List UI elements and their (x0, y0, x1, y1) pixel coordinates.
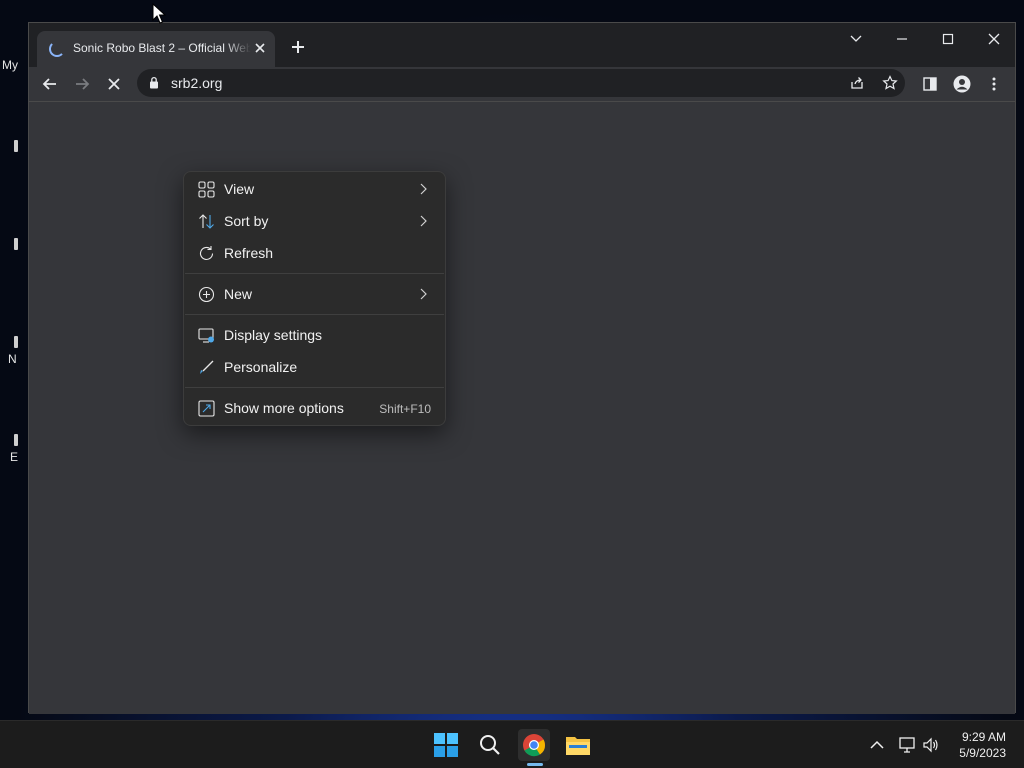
chrome-menu-button[interactable] (982, 72, 1006, 96)
clock-date: 5/9/2023 (959, 746, 1006, 760)
chevron-right-icon (420, 215, 427, 227)
mouse-cursor-icon (152, 3, 166, 24)
menu-item-label: Display settings (224, 327, 323, 343)
profile-icon (953, 75, 971, 93)
url-text[interactable]: srb2.org (171, 75, 222, 91)
menu-item-shortcut: Shift+F10 (379, 402, 431, 416)
desktop-icon[interactable] (14, 336, 18, 348)
close-tab-icon[interactable] (253, 41, 267, 55)
desktop-icon[interactable] (14, 238, 18, 250)
minimize-button[interactable] (887, 27, 917, 51)
maximize-button[interactable] (933, 27, 963, 51)
menu-item-sort-by[interactable]: Sort by (188, 206, 441, 236)
volume-icon[interactable] (922, 736, 940, 754)
windows-logo-icon (434, 733, 458, 757)
chevron-right-icon (420, 183, 427, 195)
page-content[interactable] (29, 101, 1015, 714)
menu-item-label: New (224, 286, 253, 302)
lock-icon[interactable] (149, 76, 159, 89)
folder-icon (566, 737, 590, 755)
desktop-context-menu: View Sort by Refresh New Display setting… (183, 171, 446, 426)
more-options-icon (198, 400, 215, 417)
active-app-indicator (527, 763, 543, 766)
stop-icon (108, 78, 120, 90)
chrome-icon (523, 734, 546, 757)
search-icon (480, 735, 500, 755)
desktop-icon[interactable] (14, 434, 18, 446)
forward-button[interactable] (70, 72, 94, 96)
chevron-right-icon (420, 288, 427, 300)
menu-item-label: Personalize (224, 359, 298, 375)
loading-spinner-icon (49, 41, 65, 57)
browser-toolbar: srb2.org (29, 67, 1015, 101)
menu-item-new[interactable]: New (188, 279, 441, 309)
menu-item-label: View (224, 181, 255, 197)
start-button[interactable] (430, 729, 462, 761)
menu-item-label: Show more options (224, 400, 344, 416)
desktop-icon-label[interactable]: E (10, 450, 18, 464)
taskbar-clock[interactable]: 9:29 AM 5/9/2023 (959, 729, 1006, 761)
browser-window: Sonic Robo Blast 2 – Official Website (28, 22, 1016, 714)
taskbar-file-explorer[interactable] (562, 729, 594, 761)
taskbar-chrome[interactable] (518, 729, 550, 761)
desktop-icon-label[interactable]: My (2, 58, 18, 72)
back-button[interactable] (38, 72, 62, 96)
menu-separator (185, 387, 444, 388)
arrow-left-icon (42, 78, 56, 90)
tab-strip: Sonic Robo Blast 2 – Official Website (29, 23, 1015, 67)
brush-icon (200, 360, 214, 374)
sort-icon (199, 214, 214, 229)
menu-item-display-settings[interactable]: Display settings (188, 320, 441, 350)
menu-separator (185, 273, 444, 274)
tab-search-button[interactable] (841, 27, 871, 51)
address-bar[interactable]: srb2.org (137, 69, 905, 97)
profile-button[interactable] (950, 72, 974, 96)
close-window-button[interactable] (979, 27, 1009, 51)
clock-time: 9:29 AM (961, 730, 1006, 744)
menu-item-refresh[interactable]: Refresh (188, 238, 441, 268)
side-panel-button[interactable] (918, 72, 942, 96)
network-icon[interactable] (898, 736, 916, 754)
menu-item-label: Refresh (224, 245, 274, 261)
taskbar: 9:29 AM 5/9/2023 (0, 720, 1024, 768)
maximize-icon (942, 33, 954, 45)
share-icon[interactable] (849, 75, 865, 91)
refresh-icon (199, 246, 214, 260)
plus-circle-icon (198, 286, 215, 303)
chevron-up-icon[interactable] (868, 736, 886, 754)
grid-icon (198, 181, 215, 198)
menu-item-show-more-options[interactable]: Show more options Shift+F10 (188, 393, 441, 423)
chevron-down-icon (850, 35, 862, 42)
close-icon (988, 33, 1000, 45)
desktop-icon[interactable] (14, 140, 18, 152)
desktop-icon-label[interactable]: N (8, 352, 17, 366)
display-settings-icon (198, 328, 214, 343)
bookmark-star-icon[interactable] (882, 75, 898, 91)
menu-item-view[interactable]: View (188, 174, 441, 204)
search-button[interactable] (474, 729, 506, 761)
stop-loading-button[interactable] (102, 72, 126, 96)
minimize-icon (897, 38, 907, 40)
browser-tab[interactable]: Sonic Robo Blast 2 – Official Website (37, 31, 275, 67)
kebab-menu-icon (992, 77, 996, 91)
menu-item-personalize[interactable]: Personalize (188, 352, 441, 382)
side-panel-icon (923, 77, 937, 91)
new-tab-icon[interactable] (289, 38, 307, 56)
arrow-right-icon (76, 78, 90, 90)
tab-title: Sonic Robo Blast 2 – Official Website (73, 41, 251, 55)
menu-item-label: Sort by (224, 213, 269, 229)
menu-separator (185, 314, 444, 315)
